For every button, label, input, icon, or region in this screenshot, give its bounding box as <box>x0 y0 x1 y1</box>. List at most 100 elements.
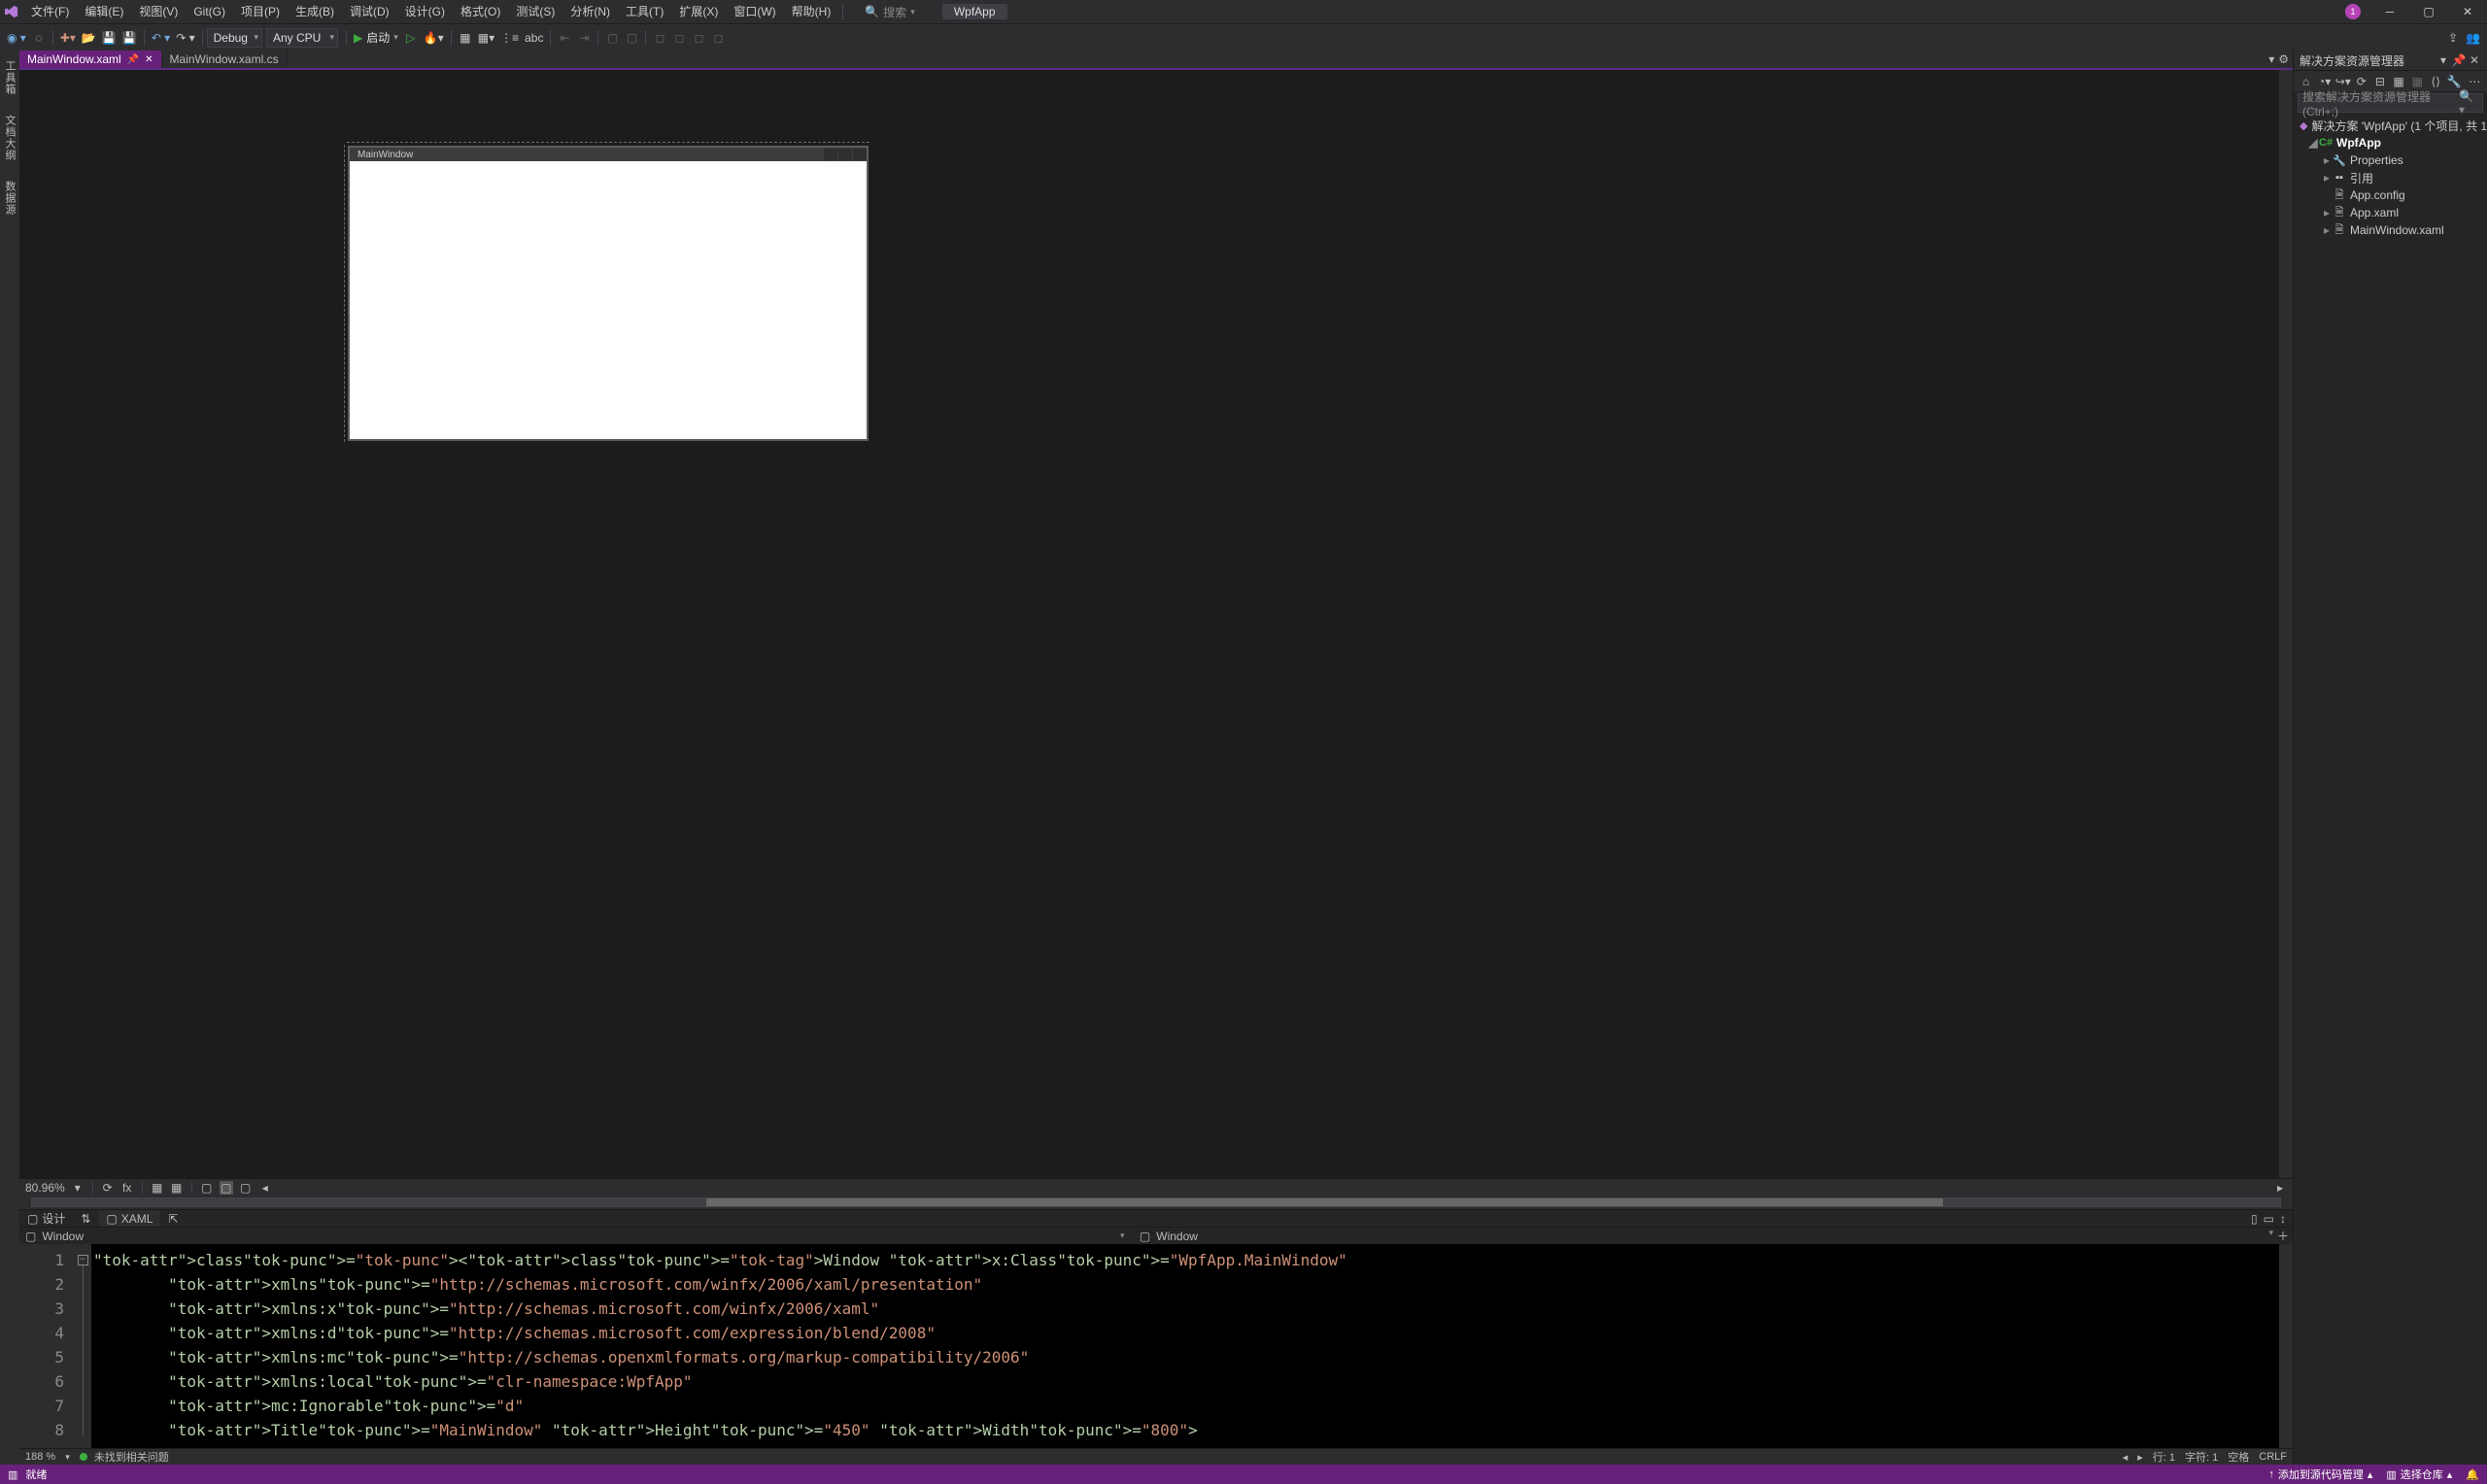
nav-left-icon[interactable]: ◂ <box>258 1181 272 1195</box>
view-design[interactable]: ▢ 设计 <box>19 1210 73 1227</box>
side-toolbox[interactable]: 工具箱 <box>2 56 17 99</box>
view-xaml[interactable]: ▢ XAML <box>98 1210 160 1227</box>
menu-test[interactable]: 测试(S) <box>508 0 562 23</box>
view-popout[interactable]: ⇱ <box>160 1210 186 1227</box>
design-surface[interactable]: MainWindow <box>348 146 869 441</box>
expand-icon[interactable]: ▸ <box>2321 206 2333 219</box>
start-debug-button[interactable]: ▶ 启动 ▾ <box>351 27 401 49</box>
menu-view[interactable]: 视图(V) <box>131 0 186 23</box>
tree-references[interactable]: ▸ ▪▪ 引用 <box>2294 169 2487 186</box>
solution-search[interactable]: 搜索解决方案资源管理器(Ctrl+;) 🔍▾ <box>2298 93 2483 113</box>
side-datasource[interactable]: 数据源 <box>2 177 17 219</box>
menu-build[interactable]: 生成(B) <box>288 0 342 23</box>
designer-vscroll[interactable] <box>2279 70 2293 1178</box>
xaml-editor[interactable]: 12345678 − "tok-attr">class"tok-punc">="… <box>19 1244 2293 1448</box>
eol-mode[interactable]: CRLF <box>2259 1451 2287 1463</box>
close-icon[interactable]: ✕ <box>145 54 153 65</box>
fold-gutter[interactable]: − <box>74 1244 91 1448</box>
menu-edit[interactable]: 编辑(E) <box>77 0 131 23</box>
menu-ext[interactable]: 扩展(X) <box>671 0 726 23</box>
tab-mainwindow-xaml[interactable]: MainWindow.xaml 📌 ✕ <box>19 51 162 68</box>
tab-overflow-icon[interactable]: ▾ <box>2268 52 2274 66</box>
menu-analyze[interactable]: 分析(N) <box>562 0 618 23</box>
notifications-icon[interactable]: 🔔 <box>2466 1468 2479 1481</box>
tree-project[interactable]: ◢ C# WpfApp <box>2294 134 2487 152</box>
split-h-icon[interactable]: ▯ <box>2248 1212 2261 1226</box>
expand-icon[interactable]: ▸ <box>2321 223 2333 237</box>
quick-search[interactable]: 🔍 搜索 ▾ <box>865 4 915 20</box>
indent-mode[interactable]: 空格 <box>2228 1449 2249 1465</box>
pin-icon[interactable]: 📌 <box>127 54 139 65</box>
panel-close-icon[interactable]: ✕ <box>2468 53 2481 67</box>
tool-icon[interactable]: ▦ <box>456 27 475 49</box>
snap-icon[interactable]: ▢ <box>239 1181 253 1195</box>
editor-zoom[interactable]: 188 % <box>25 1451 55 1463</box>
hscroll-right-icon[interactable]: ▸ <box>2137 1451 2143 1464</box>
split-v-icon[interactable]: ▭ <box>2261 1212 2277 1226</box>
refresh-icon[interactable]: ⟳ <box>101 1181 115 1195</box>
fx-icon[interactable]: fx <box>120 1181 134 1195</box>
codenav-right[interactable]: ▾ ▢ Window <box>1114 1230 1198 1243</box>
solution-tree[interactable]: ◆ 解决方案 'WpfApp' (1 个项目, 共 1 ◢ C# WpfApp … <box>2294 115 2487 1465</box>
chevron-down-icon[interactable]: ▾ <box>2268 1228 2273 1244</box>
hscroll-left-icon[interactable]: ◂ <box>2123 1451 2129 1464</box>
share-icon[interactable]: ⇪ <box>2443 27 2463 49</box>
view-swap[interactable]: ⇅ <box>73 1210 98 1227</box>
open-icon[interactable]: 📂 <box>79 27 99 49</box>
output-icon[interactable]: ▥ <box>8 1468 17 1481</box>
add-source-control[interactable]: ↑ 添加到源代码管理 ▴ <box>2268 1467 2372 1482</box>
save-icon[interactable]: 💾 <box>99 27 119 49</box>
nav-right-icon[interactable]: ▸ <box>2273 1181 2287 1195</box>
forward-button[interactable]: ◌ <box>29 27 49 49</box>
window-maximize[interactable]: ▢ <box>2409 0 2448 23</box>
preview-client-area[interactable] <box>350 161 867 439</box>
chevron-down-icon[interactable]: ▾ <box>65 1452 70 1463</box>
tool-icon[interactable]: ▦▾ <box>475 27 497 49</box>
menu-debug[interactable]: 调试(D) <box>342 0 397 23</box>
tree-solution[interactable]: ◆ 解决方案 'WpfApp' (1 个项目, 共 1 <box>2294 117 2487 134</box>
start-nodebug-icon[interactable]: ▷ <box>401 27 421 49</box>
window-minimize[interactable]: ─ <box>2370 0 2409 23</box>
menu-project[interactable]: 项目(P) <box>233 0 288 23</box>
side-docoutline[interactable]: 文档大纲 <box>2 111 17 165</box>
tool-icon[interactable]: abc <box>522 27 546 49</box>
grid-icon[interactable]: ▦ <box>170 1181 184 1195</box>
menu-git[interactable]: Git(G) <box>186 0 233 23</box>
wpf-window-preview[interactable]: MainWindow <box>348 146 869 441</box>
tree-appconfig[interactable]: 🗎 App.config <box>2294 186 2487 204</box>
snap-icon[interactable]: ▢ <box>220 1181 233 1195</box>
editor-vscroll[interactable] <box>2279 1244 2293 1448</box>
menu-window[interactable]: 窗口(W) <box>726 0 783 23</box>
menu-tools[interactable]: 工具(T) <box>618 0 671 23</box>
grid-icon[interactable]: ▦ <box>151 1181 164 1195</box>
collapse-icon[interactable]: ↕ <box>2277 1212 2289 1226</box>
config-combo[interactable]: Debug <box>207 28 262 48</box>
more-icon[interactable]: ⋯ <box>2467 73 2483 90</box>
chevron-down-icon[interactable]: ▾ <box>71 1181 85 1195</box>
panel-menu-icon[interactable]: ▾ <box>2436 53 2450 67</box>
tree-properties[interactable]: ▸ 🔧 Properties <box>2294 152 2487 169</box>
add-icon[interactable]: ＋ <box>2277 1228 2289 1244</box>
menu-format[interactable]: 格式(O) <box>453 0 508 23</box>
menu-file[interactable]: 文件(F) <box>23 0 77 23</box>
issues-label[interactable]: 未找到相关问题 <box>94 1452 169 1464</box>
new-item-icon[interactable]: ✚▾ <box>57 27 79 49</box>
expand-icon[interactable]: ▸ <box>2321 171 2333 185</box>
expand-icon[interactable]: ◢ <box>2307 136 2319 150</box>
tab-mainwindow-xaml-cs[interactable]: MainWindow.xaml.cs <box>162 51 288 68</box>
snap-icon[interactable]: ▢ <box>200 1181 214 1195</box>
select-repo[interactable]: ▥ 选择仓库 ▴ <box>2386 1467 2452 1482</box>
tool-icon[interactable]: ⋮≡ <box>497 27 522 49</box>
tree-mainwindow[interactable]: ▸ 🗎 MainWindow.xaml <box>2294 221 2487 239</box>
menu-help[interactable]: 帮助(H) <box>784 0 839 23</box>
undo-icon[interactable]: ↶ ▾ <box>149 27 173 49</box>
designer-hscroll[interactable] <box>19 1196 2293 1209</box>
liveshare-icon[interactable]: 👥 <box>2463 27 2483 49</box>
notification-badge[interactable]: 1 <box>2345 4 2361 19</box>
platform-combo[interactable]: Any CPU <box>266 28 338 48</box>
tree-appxaml[interactable]: ▸ 🗎 App.xaml <box>2294 204 2487 221</box>
zoom-value[interactable]: 80.96% <box>25 1181 65 1195</box>
panel-pin-icon[interactable]: 📌 <box>2452 53 2466 67</box>
menu-design[interactable]: 设计(G) <box>397 0 453 23</box>
window-close[interactable]: ✕ <box>2448 0 2487 23</box>
